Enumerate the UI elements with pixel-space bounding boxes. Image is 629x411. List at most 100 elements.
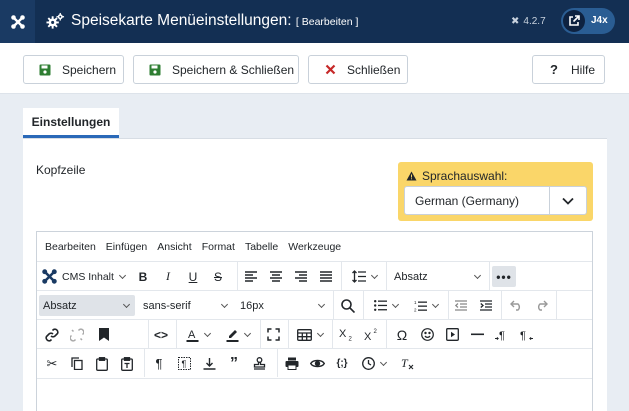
align-center-icon[interactable] (266, 266, 286, 287)
paste-text-icon[interactable] (116, 353, 138, 374)
external-link-icon[interactable] (563, 10, 585, 32)
svg-text:2: 2 (348, 337, 352, 342)
help-button[interactable]: ? Hilfe (532, 55, 605, 84)
svg-text:1: 1 (414, 300, 417, 305)
page-title: Speisekarte Menüeinstellungen: [ Bearbei… (71, 12, 359, 29)
align-left-icon[interactable] (241, 266, 261, 287)
blockquote-icon[interactable]: ” (223, 353, 245, 374)
source-code-icon[interactable]: <> (150, 324, 172, 345)
paste-icon[interactable] (91, 353, 113, 374)
horizontal-rule-icon[interactable] (466, 324, 488, 345)
superscript-icon[interactable]: X2 (360, 324, 382, 345)
bullet-list-icon[interactable] (368, 295, 404, 316)
menu-einfuegen[interactable]: Einfügen (106, 241, 147, 253)
language-selector-box: Sprachauswahl: German (Germany) (398, 162, 593, 221)
action-toolbar: Speichern Speichern & Schließen Schließe… (0, 43, 629, 94)
indent-icon[interactable] (476, 295, 496, 316)
tinymce-editor: Bearbeiten Einfügen Ansicht Format Tabel… (36, 231, 593, 411)
preview-icon[interactable] (306, 353, 328, 374)
highlight-color-icon[interactable] (220, 324, 256, 345)
search-icon[interactable] (338, 295, 358, 316)
font-size-select[interactable]: 16px (236, 295, 330, 316)
svg-text:2: 2 (373, 329, 377, 335)
code-sample-icon[interactable]: {;} (331, 353, 353, 374)
align-justify-icon[interactable] (316, 266, 336, 287)
joomla-logo-icon[interactable] (0, 0, 35, 43)
menu-ansicht[interactable]: Ansicht (157, 241, 191, 253)
svg-text:X: X (339, 328, 347, 340)
italic-icon[interactable]: I (158, 266, 178, 287)
svg-text:T: T (401, 357, 409, 370)
strikethrough-icon[interactable]: S (208, 266, 228, 287)
save-icon (147, 64, 163, 76)
language-label: Sprachauswahl: (406, 169, 507, 183)
visual-blocks-icon[interactable]: ¶ (173, 353, 195, 374)
bold-icon[interactable]: B (133, 266, 153, 287)
font-family-select[interactable]: sans-serif (139, 295, 233, 316)
text-color-icon[interactable]: A (180, 324, 216, 345)
rtl-icon[interactable]: ¶ (516, 324, 538, 345)
user-menu-button[interactable]: J4x (561, 8, 615, 34)
close-button[interactable]: Schließen (308, 55, 408, 84)
joomla-small-icon: ✖ (511, 16, 520, 27)
link-icon[interactable] (41, 324, 63, 345)
redo-icon[interactable] (531, 295, 551, 316)
svg-text:X: X (364, 331, 372, 341)
insert-below-icon[interactable] (198, 353, 220, 374)
underline-icon[interactable]: U (183, 266, 203, 287)
menu-bearbeiten[interactable]: Bearbeiten (45, 241, 96, 253)
special-character-icon[interactable]: Ω (391, 324, 413, 345)
fullscreen-icon[interactable] (262, 324, 284, 345)
emoticons-icon[interactable] (416, 324, 438, 345)
print-icon[interactable] (281, 353, 303, 374)
media-icon[interactable] (441, 324, 463, 345)
language-select[interactable]: German (Germany) (404, 186, 587, 215)
svg-text:A: A (188, 329, 196, 341)
stamp-icon[interactable] (248, 353, 270, 374)
cut-icon[interactable]: ✂ (41, 353, 63, 374)
svg-text:¶: ¶ (499, 330, 505, 341)
align-right-icon[interactable] (291, 266, 311, 287)
subscript-icon[interactable]: X2 (335, 324, 357, 345)
clear-formatting-icon[interactable]: T (397, 353, 419, 374)
save-icon (37, 64, 53, 76)
menu-format[interactable]: Format (202, 241, 235, 253)
toolbar-row-3: <> A X2 X2 Ω ¶ ¶ (37, 319, 592, 348)
more-icon[interactable]: ••• (492, 266, 516, 287)
toolbar-row-2: Absatz sans-serif 16px 12 (37, 290, 592, 319)
cms-content-button[interactable]: CMS Inhalt (41, 266, 129, 287)
undo-icon[interactable] (506, 295, 526, 316)
line-height-icon[interactable] (346, 266, 382, 287)
tab-einstellungen[interactable]: Einstellungen (23, 108, 119, 138)
table-icon[interactable] (292, 324, 328, 345)
outdent-icon[interactable] (451, 295, 471, 316)
cogs-icon (46, 12, 65, 29)
warning-icon (406, 171, 417, 181)
unlink-icon[interactable] (66, 324, 88, 345)
block-format-select[interactable]: Absatz (390, 266, 486, 287)
insert-datetime-icon[interactable] (356, 353, 392, 374)
save-button[interactable]: Speichern (23, 55, 124, 84)
bookmark-icon[interactable] (93, 324, 115, 345)
toolbar-row-1: CMS Inhalt B I U S Absatz ••• (37, 261, 592, 290)
menu-werkzeuge[interactable]: Werkzeuge (288, 241, 341, 253)
numbered-list-icon[interactable]: 12 (408, 295, 444, 316)
editor-menubar: Bearbeiten Einfügen Ansicht Format Tabel… (37, 232, 592, 262)
save-and-close-button[interactable]: Speichern & Schließen (133, 55, 299, 84)
kopfzeile-label: Kopfzeile (36, 163, 86, 177)
svg-text:¶: ¶ (520, 330, 526, 341)
chevron-down-icon[interactable] (549, 187, 586, 214)
svg-text:¶: ¶ (181, 359, 186, 369)
close-icon (322, 64, 338, 75)
editor-content-area[interactable] (37, 378, 592, 411)
joomla-icon (42, 269, 57, 284)
visual-chars-icon[interactable]: ¶ (148, 353, 170, 374)
toolbar-row-4: ✂ ¶ ¶ ” {;} T (37, 348, 592, 377)
ltr-icon[interactable]: ¶ (491, 324, 513, 345)
svg-text:2: 2 (414, 307, 417, 312)
copy-icon[interactable] (66, 353, 88, 374)
header-bar: Speisekarte Menüeinstellungen: [ Bearbei… (0, 0, 629, 43)
menu-tabelle[interactable]: Tabelle (245, 241, 278, 253)
version-badge: ✖ 4.2.7 (511, 16, 546, 27)
style-format-select[interactable]: Absatz (39, 295, 135, 316)
